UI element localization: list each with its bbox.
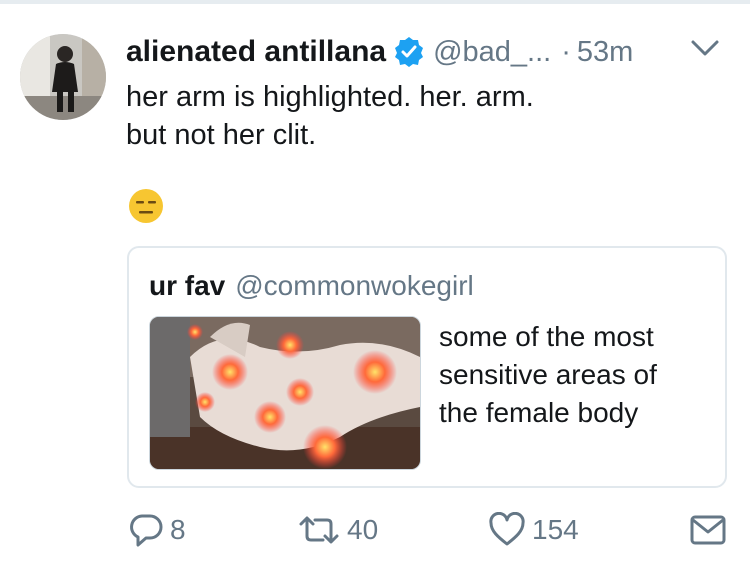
tweet-header: alienated antillana @bad_... · 53m bbox=[126, 30, 726, 74]
retweet-button[interactable]: 40 bbox=[297, 508, 378, 552]
retweet-icon bbox=[299, 516, 339, 544]
separator-dot: · bbox=[561, 35, 571, 68]
tweet-actions: 8 40 154 bbox=[0, 508, 750, 552]
top-divider bbox=[0, 0, 750, 4]
verified-badge-icon bbox=[393, 36, 425, 68]
like-count: 154 bbox=[532, 514, 579, 545]
heart-icon bbox=[489, 512, 525, 546]
quoted-tweet-header: ur fav @commonwokegirl bbox=[149, 270, 474, 302]
author-name[interactable]: alienated antillana bbox=[126, 35, 386, 69]
tweet-text-line: her arm is highlighted. her. arm. bbox=[126, 81, 534, 113]
author-handle[interactable]: @bad_... bbox=[433, 36, 551, 69]
quoted-author-name: ur fav bbox=[149, 270, 226, 301]
like-button[interactable]: 154 bbox=[488, 508, 579, 552]
reply-count: 8 bbox=[170, 514, 186, 545]
quoted-tweet-image[interactable] bbox=[149, 316, 421, 470]
retweet-count: 40 bbox=[347, 514, 379, 545]
chevron-down-icon[interactable] bbox=[690, 36, 720, 60]
quoted-author-handle: @commonwokegirl bbox=[235, 270, 474, 301]
quoted-text-line: sensitive areas of bbox=[439, 359, 657, 390]
direct-message-button[interactable] bbox=[690, 508, 726, 552]
reply-icon bbox=[130, 514, 163, 547]
quoted-text-line: the female body bbox=[439, 397, 639, 428]
quoted-text-line: some of the most bbox=[439, 321, 654, 352]
author-avatar[interactable] bbox=[20, 34, 106, 120]
quoted-tweet-card[interactable]: ur fav @commonwokegirl some of the most … bbox=[127, 246, 727, 488]
quoted-tweet-text: some of the most sensitive areas of the … bbox=[439, 318, 709, 432]
envelope-icon bbox=[690, 515, 726, 545]
expressionless-face-icon bbox=[128, 188, 164, 224]
reply-button[interactable]: 8 bbox=[128, 508, 186, 552]
tweet-text-line: but not her clit. bbox=[126, 119, 317, 151]
tweet-timestamp[interactable]: 53m bbox=[577, 36, 633, 69]
tweet-text: her arm is highlighted. her. arm. but no… bbox=[126, 78, 726, 154]
